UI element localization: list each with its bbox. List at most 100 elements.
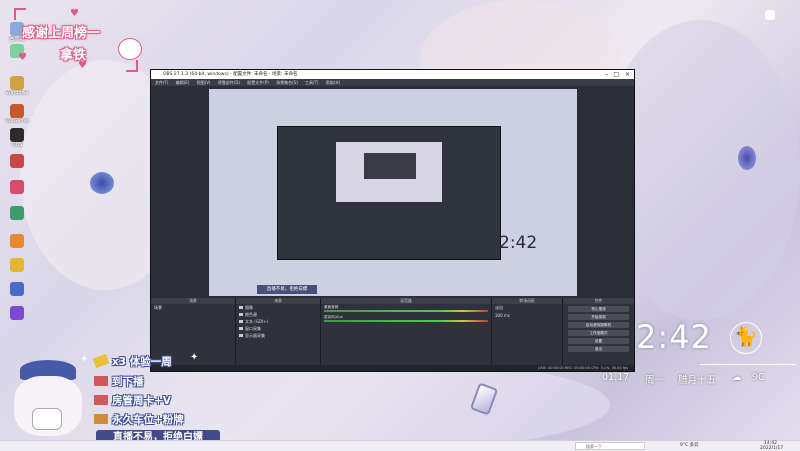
weather-widget[interactable]: 9°C 多云 (680, 442, 699, 450)
menu-file[interactable]: 文件(F) (155, 80, 168, 85)
audio-meter-bar (324, 320, 488, 322)
desktop-icon[interactable]: WeGame (3, 104, 31, 130)
settings-button[interactable]: 设置 (568, 338, 629, 344)
transition-duration[interactable]: 300 ms (492, 312, 562, 319)
menu-view[interactable]: 视图(V) (197, 80, 211, 85)
obs-preview[interactable]: 2:42 直播不易，拒绝白嫖 (209, 89, 577, 296)
heart-icon: ♥ (70, 8, 79, 19)
promo-item-3: 房管周卡+V (112, 395, 171, 407)
obs-menu-bar: 文件(F) 编辑(E) 视图(V) 停靠部件(D) 配置文件(P) 场景集合(S… (151, 79, 634, 86)
desktop-icon[interactable]: OBS (3, 128, 31, 154)
obs-docks: 场景 场景 来源 图像 颜色源 文本 (GDI+) 窗口采集 显示器采集 混音器… (151, 298, 634, 371)
desktop-icon[interactable] (3, 306, 31, 332)
desktop-icon[interactable] (3, 180, 31, 206)
app-icon (10, 154, 24, 168)
frame-corner (126, 60, 138, 72)
taskbar-search[interactable]: 搜索一下 (575, 442, 645, 450)
desktop-icon[interactable] (3, 282, 31, 308)
promo-item-1: x3 体验一周 (112, 356, 172, 368)
preview-banner: 直播不易，拒绝白嫖 (257, 285, 317, 294)
app-icon (10, 206, 24, 220)
thanks-line-2: 拿铁 (60, 48, 87, 63)
app-icon (10, 104, 24, 118)
sparkle-icon: ✦ (80, 354, 89, 365)
desktop-icon[interactable]: Windows (3, 76, 31, 102)
desktop-icon-label: OBS (11, 142, 23, 148)
menu-help[interactable]: 帮助(H) (326, 80, 340, 85)
menu-tools[interactable]: 工具(T) (305, 80, 319, 85)
cat-mascot-icon (118, 38, 142, 60)
app-icon (10, 282, 24, 296)
virtual-camera-button[interactable]: 启动虚拟摄像机 (568, 322, 629, 328)
source-item[interactable]: 窗口采集 (236, 325, 320, 332)
app-icon (10, 234, 24, 248)
source-item[interactable]: 图像 (236, 304, 320, 311)
desktop-clock-date: 01.17 (602, 372, 630, 383)
app-icon (10, 306, 24, 320)
nested-preview (336, 142, 442, 202)
sources-dock: 来源 图像 颜色源 文本 (GDI+) 窗口采集 显示器采集 (236, 298, 321, 371)
nested-preview-deep (364, 153, 416, 179)
desktop-clock-temp: 9C (752, 372, 765, 383)
obs-title: OBS 27.1.3 (64-bit, windows) - 配置文件: 未命名… (163, 72, 298, 77)
ticket-icon (92, 353, 110, 369)
heart-icon: ♥ (18, 52, 27, 63)
clock-divider (700, 364, 796, 365)
desktop-icon[interactable] (3, 258, 31, 284)
desktop-icon[interactable] (3, 234, 31, 260)
audio-meter[interactable]: 麦克风/Aux (324, 315, 488, 324)
promo-item-2: 到下播 (112, 376, 144, 388)
crystal-ornament (469, 380, 499, 416)
menu-edit[interactable]: 编辑(E) (176, 80, 190, 85)
audio-meter-label: 桌面音频 (324, 305, 339, 309)
scene-item[interactable]: 场景 (151, 304, 235, 312)
vtuber-avatar (8, 360, 88, 450)
plane-icon (94, 376, 108, 386)
controls-dock-title: 控件 (563, 298, 634, 304)
cat-face-icon (765, 10, 775, 20)
transitions-dock: 转场动画 淡出 300 ms (492, 298, 563, 371)
taskbar: 搜索一下 9°C 多云 14:42 2022/1/17 (0, 440, 800, 451)
thanks-line-1: 感谢上周榜一 (22, 26, 101, 41)
app-icon (10, 128, 24, 142)
app-icon (10, 180, 24, 194)
clock-cat-badge: 🐈 (730, 322, 762, 354)
menu-profile[interactable]: 配置文件(P) (247, 80, 269, 85)
menu-docks[interactable]: 停靠部件(D) (218, 80, 240, 85)
desktop-icon[interactable] (3, 154, 31, 180)
preview-clock: 2:42 (499, 233, 538, 253)
audio-meter[interactable]: 桌面音频 (324, 305, 488, 314)
desktop-icon[interactable] (3, 206, 31, 232)
nested-obs-capture (277, 126, 501, 260)
desktop-clock-weekday: 周一 (645, 375, 665, 386)
minimize-icon[interactable]: – (605, 70, 608, 79)
audio-meter-bar (324, 310, 488, 312)
desktop-icon-label: Windows (5, 90, 29, 96)
plane-icon (94, 395, 108, 405)
start-recording-button[interactable]: 开始录制 (568, 314, 629, 320)
frame-corner (14, 8, 26, 20)
desktop-clock-time: 2:42 (636, 318, 712, 356)
stop-streaming-button[interactable]: 停止推流 (568, 306, 629, 312)
app-icon (10, 258, 24, 272)
source-item[interactable]: 文本 (GDI+) (236, 318, 320, 325)
cat-silhouette-icon: 🐈 (734, 326, 758, 348)
source-item[interactable]: 颜色源 (236, 311, 320, 318)
promo-item-4: 永久车位+粉牌 (112, 414, 184, 426)
wallpaper-cat-eye (738, 146, 756, 170)
tray-date[interactable]: 2022/1/17 (760, 446, 783, 451)
studio-mode-button[interactable]: 工作室模式 (568, 330, 629, 336)
mixer-dock: 混音器 桌面音频 麦克风/Aux (321, 298, 492, 371)
menu-scene-collection[interactable]: 场景集合(S) (276, 80, 298, 85)
maximize-icon[interactable]: □ (613, 70, 619, 79)
plane-icon (94, 414, 108, 424)
close-icon[interactable]: × (625, 70, 630, 79)
weather-cloud-icon: ☁ (732, 372, 742, 383)
wallpaper-cat-eye (90, 172, 114, 194)
obs-title-bar[interactable]: OBS 27.1.3 (64-bit, windows) - 配置文件: 未命名… (151, 70, 634, 79)
obs-window[interactable]: OBS 27.1.3 (64-bit, windows) - 配置文件: 未命名… (150, 69, 635, 372)
sparkle-icon: ✦ (190, 352, 199, 363)
transition-type[interactable]: 淡出 (492, 304, 562, 312)
exit-button[interactable]: 退出 (568, 346, 629, 352)
source-item[interactable]: 显示器采集 (236, 332, 320, 339)
